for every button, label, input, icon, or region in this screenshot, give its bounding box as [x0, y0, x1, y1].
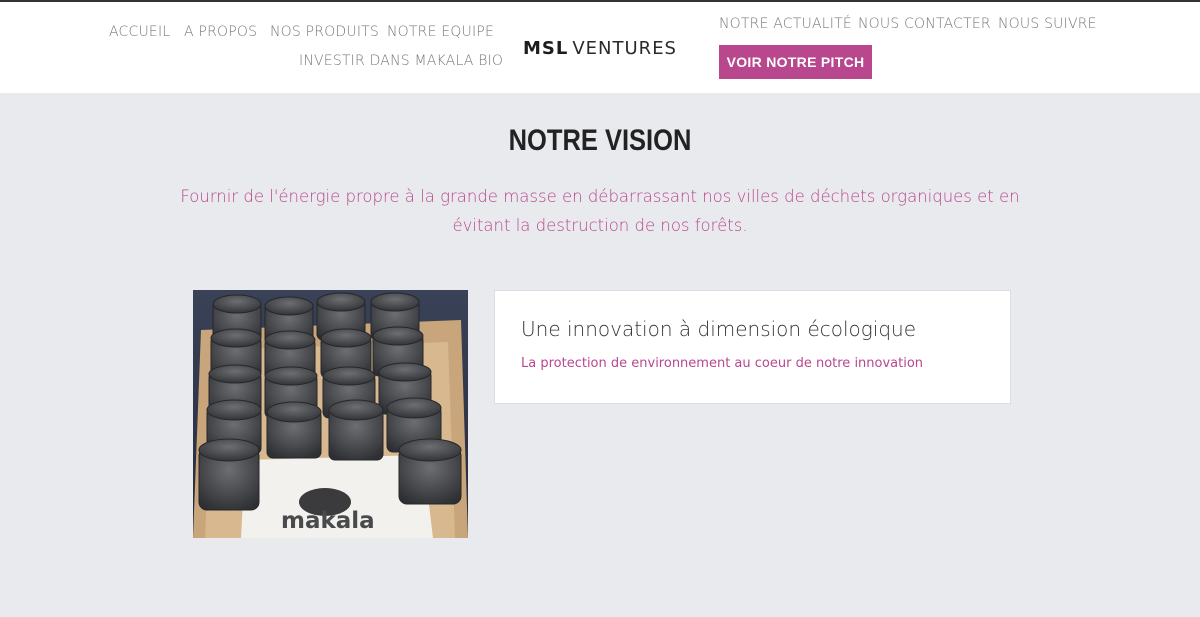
- nav-link-nos-produits[interactable]: NOS PRODUITS: [270, 24, 379, 40]
- feature-card: Une innovation à dimension écologique La…: [494, 290, 1011, 404]
- nav-link-nous-suivre[interactable]: NOUS SUIVRE: [998, 16, 1097, 32]
- site-header: ACCUEIL A PROPOS NOS PRODUITS NOTRE EQUI…: [0, 2, 1200, 93]
- makala-logo-text: makala: [281, 508, 375, 534]
- vision-text: Fournir de l'énergie propre à la grande …: [180, 187, 1020, 235]
- nav-link-nous-contacter[interactable]: NOUS CONTACTER: [858, 16, 991, 32]
- vision-title: NOTRE VISION: [508, 124, 692, 157]
- site-logo[interactable]: MSL VENTURES: [523, 38, 677, 59]
- nav-link-investir[interactable]: INVESTIR DANS MAKALA BIO: [299, 53, 503, 69]
- nav-link-accueil[interactable]: ACCUEIL: [109, 24, 170, 40]
- briquettes-photo: makala: [193, 290, 468, 538]
- feature-title: Une innovation à dimension écologique: [521, 317, 917, 341]
- nav-link-notre-actualite[interactable]: NOTRE ACTUALITÉ: [719, 16, 852, 32]
- nav-link-a-propos[interactable]: A PROPOS: [184, 24, 257, 40]
- briquettes-illustration: makala: [193, 290, 468, 538]
- nav-link-notre-equipe[interactable]: NOTRE EQUIPE: [387, 24, 494, 40]
- pitch-button[interactable]: VOIR NOTRE PITCH: [719, 45, 872, 79]
- feature-subtitle: La protection de environnement au coeur …: [521, 356, 924, 371]
- logo-bold-text: MSL: [523, 38, 569, 59]
- logo-light-text: VENTURES: [572, 38, 677, 59]
